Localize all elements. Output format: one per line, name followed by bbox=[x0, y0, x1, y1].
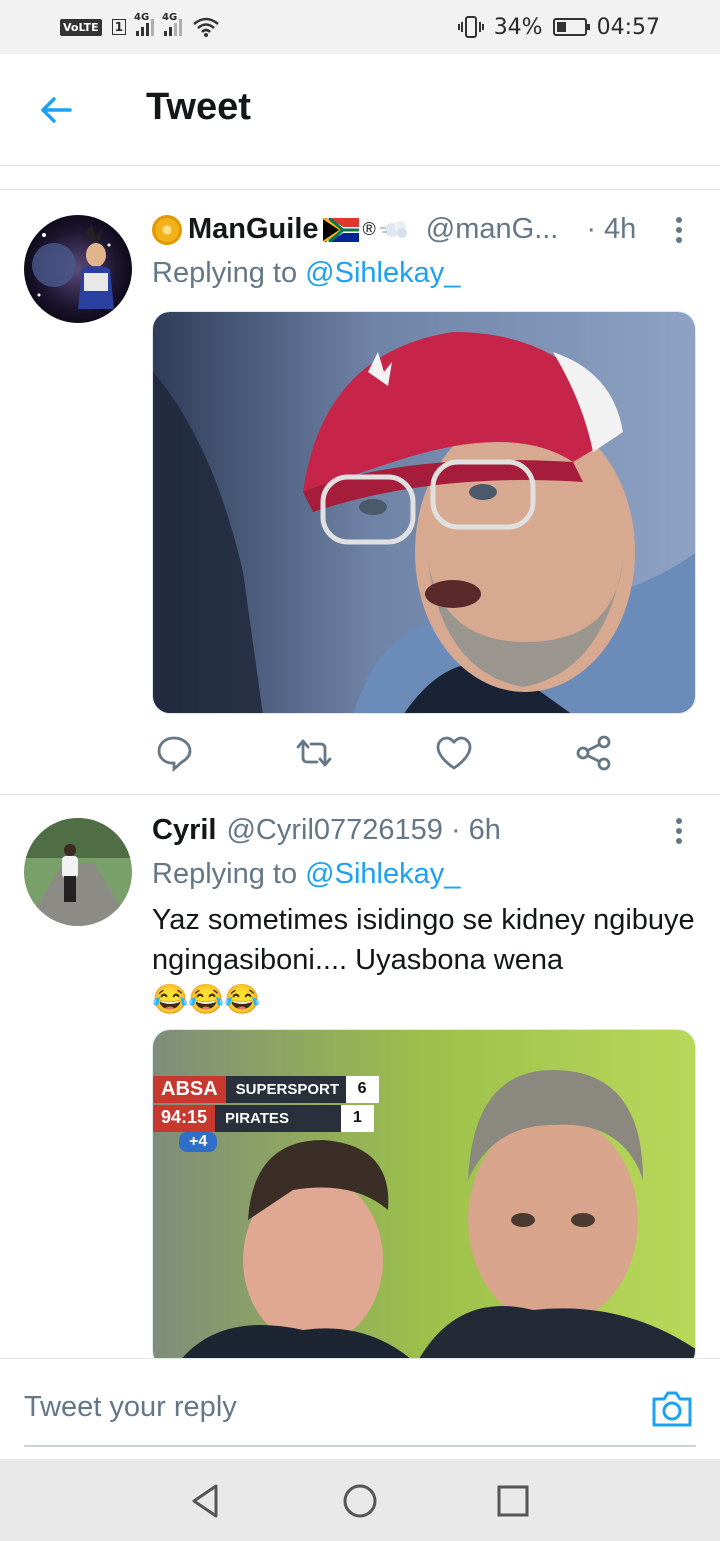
tweet-photo[interactable]: ABSA SUPERSPORT 6 94:15 PIRATES 1 +4 bbox=[152, 1029, 696, 1358]
back-arrow-icon[interactable] bbox=[36, 90, 76, 130]
status-right: 34% 04:57 bbox=[457, 14, 660, 40]
reply-input[interactable]: Tweet your reply bbox=[24, 1391, 237, 1424]
tweet-header: Cyril @Cyril07726159 · 6h bbox=[152, 814, 501, 847]
share-icon[interactable] bbox=[574, 733, 614, 773]
scoreboard-clock: 94:15 bbox=[153, 1105, 216, 1132]
separator-dot: · bbox=[450, 814, 461, 846]
reply-icon[interactable] bbox=[154, 733, 194, 773]
battery-percent: 34% bbox=[493, 14, 543, 40]
reply-bar: Tweet your reply bbox=[0, 1358, 720, 1459]
display-name[interactable]: Cyril bbox=[152, 814, 216, 847]
tweet-header: ManGuile ® @manG... · 4h bbox=[152, 213, 636, 246]
signal-icon: 4G bbox=[134, 12, 155, 36]
tweet-actions bbox=[152, 733, 622, 773]
scoreboard-score2: 1 bbox=[341, 1105, 374, 1132]
cd-emoji-icon bbox=[152, 214, 182, 245]
status-left: VoLTE 1 4G 4G bbox=[60, 12, 220, 38]
laughing-emoji: 😂😂😂 bbox=[152, 984, 261, 1016]
scoreboard-team1: SUPERSPORT bbox=[225, 1076, 346, 1103]
scoreboard-sponsor: ABSA bbox=[153, 1076, 226, 1103]
divider bbox=[0, 166, 720, 190]
scoreboard: ABSA SUPERSPORT 6 94:15 PIRATES 1 +4 bbox=[153, 1076, 379, 1152]
retweet-icon[interactable] bbox=[294, 733, 334, 773]
sim-indicator: 1 bbox=[111, 19, 127, 35]
tweet-card[interactable]: Cyril @Cyril07726159 · 6h Replying to @S… bbox=[0, 796, 720, 1358]
handle[interactable]: @Cyril07726159 bbox=[226, 814, 442, 847]
timestamp[interactable]: 4h bbox=[604, 213, 636, 246]
handle[interactable]: @manG... bbox=[426, 213, 559, 246]
scoreboard-team2: PIRATES bbox=[215, 1105, 342, 1132]
tweet-photo[interactable] bbox=[152, 311, 696, 714]
nav-home-icon[interactable] bbox=[340, 1481, 380, 1521]
timestamp[interactable]: 6h bbox=[469, 814, 501, 847]
clock: 04:57 bbox=[596, 14, 660, 40]
system-nav-bar bbox=[0, 1459, 720, 1541]
reply-input-underline bbox=[24, 1445, 696, 1447]
vibrate-icon bbox=[457, 16, 484, 38]
south-africa-flag-icon bbox=[322, 217, 359, 242]
display-name[interactable]: ManGuile bbox=[188, 213, 319, 246]
nav-recents-icon[interactable] bbox=[493, 1481, 533, 1521]
avatar[interactable] bbox=[24, 215, 132, 323]
dash-puff-icon bbox=[379, 220, 407, 238]
reply-mention-link[interactable]: @Sihlekay_ bbox=[305, 858, 460, 890]
avatar[interactable] bbox=[24, 818, 132, 926]
tweet-card[interactable]: ManGuile ® @manG... · 4h Replying to @Si… bbox=[0, 191, 720, 795]
battery-icon bbox=[552, 18, 590, 36]
top-header: Tweet bbox=[0, 54, 720, 166]
more-options-icon[interactable] bbox=[676, 217, 684, 245]
nav-back-icon[interactable] bbox=[186, 1481, 226, 1521]
replying-to: Replying to @Sihlekay_ bbox=[152, 257, 461, 289]
volte-indicator: VoLTE bbox=[60, 18, 102, 36]
registered-icon: ® bbox=[362, 219, 376, 239]
separator-dot: · bbox=[586, 213, 597, 245]
wifi-icon bbox=[193, 17, 219, 37]
reply-mention-link[interactable]: @Sihlekay_ bbox=[305, 257, 460, 289]
tweet-text: Yaz sometimes isidingo se kidney ngibuye… bbox=[152, 904, 695, 1016]
page-title: Tweet bbox=[146, 86, 251, 128]
signal-icon-2: 4G bbox=[162, 12, 183, 36]
scoreboard-added-time: +4 bbox=[179, 1132, 218, 1152]
scoreboard-score1: 6 bbox=[345, 1076, 379, 1103]
camera-icon[interactable] bbox=[650, 1389, 694, 1429]
like-heart-icon[interactable] bbox=[434, 733, 474, 773]
replying-to: Replying to @Sihlekay_ bbox=[152, 858, 461, 890]
status-bar: VoLTE 1 4G 4G 34% 04:57 bbox=[0, 0, 720, 54]
more-options-icon[interactable] bbox=[676, 818, 684, 846]
